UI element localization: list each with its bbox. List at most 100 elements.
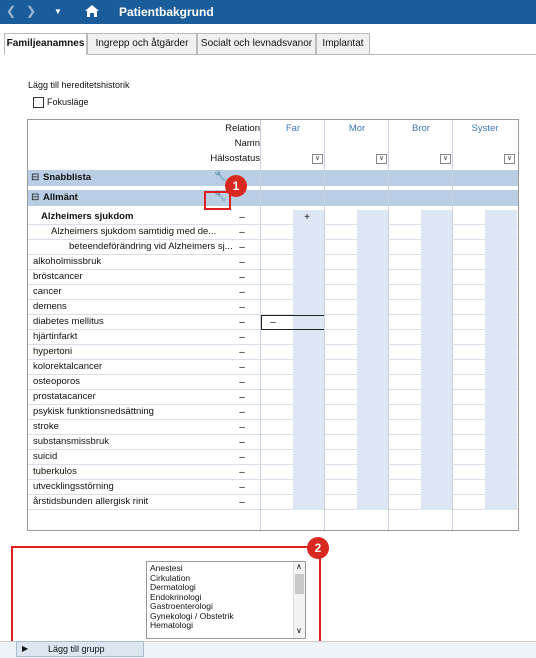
relation-cell[interactable] — [485, 375, 517, 390]
relation-cell[interactable] — [485, 435, 517, 450]
relation-cell[interactable] — [357, 450, 389, 465]
exclude-toggle[interactable]: – — [233, 390, 251, 405]
relation-cell[interactable] — [421, 480, 453, 495]
relation-cell[interactable] — [421, 240, 453, 255]
relation-cell[interactable] — [485, 480, 517, 495]
relation-cell[interactable] — [485, 210, 517, 225]
group-list-item[interactable]: Gynekologi / Obstetrik — [150, 611, 234, 621]
collapse-icon[interactable]: ⊟ — [31, 172, 39, 183]
relation-cell[interactable] — [485, 225, 517, 240]
relation-syster[interactable]: Syster — [453, 122, 517, 136]
group-list-item[interactable]: Endokrinologi — [150, 592, 202, 602]
relation-cell[interactable] — [421, 495, 453, 510]
far-value[interactable]: + — [298, 210, 316, 225]
table-row[interactable]: hjärtinfarkt – — [28, 330, 518, 345]
relation-cell[interactable] — [293, 450, 325, 465]
relation-cell[interactable] — [421, 405, 453, 420]
scroll-thumb[interactable] — [295, 574, 304, 594]
relation-cell[interactable] — [357, 255, 389, 270]
relation-cell[interactable] — [485, 465, 517, 480]
exclude-toggle[interactable]: – — [233, 270, 251, 285]
collapse-icon[interactable]: ⊟ — [31, 192, 39, 203]
table-row[interactable]: alkoholmissbruk – — [28, 255, 518, 270]
table-row[interactable]: hypertoni – — [28, 345, 518, 360]
relation-cell[interactable] — [293, 405, 325, 420]
relation-cell[interactable] — [421, 255, 453, 270]
relation-cell[interactable] — [357, 225, 389, 240]
group-list-item[interactable]: Gastroenterologi — [150, 601, 213, 611]
relation-cell[interactable] — [421, 300, 453, 315]
table-row[interactable]: Alzheimers sjukdom – + — [28, 210, 518, 225]
relation-mor[interactable]: Mor — [325, 122, 389, 136]
relation-cell[interactable] — [485, 270, 517, 285]
relation-cell[interactable] — [421, 330, 453, 345]
relation-cell[interactable] — [421, 210, 453, 225]
exclude-toggle[interactable]: – — [233, 345, 251, 360]
relation-cell[interactable] — [485, 390, 517, 405]
listbox-scrollbar[interactable]: ∧ ∨ — [293, 562, 305, 638]
health-dropdown-far[interactable]: ∨ — [312, 154, 323, 164]
relation-cell[interactable] — [485, 450, 517, 465]
selected-cell[interactable] — [261, 315, 325, 330]
relation-cell[interactable] — [357, 315, 389, 330]
relation-cell[interactable] — [293, 270, 325, 285]
dropdown-arrow-icon[interactable]: ▼ — [54, 7, 62, 16]
group-list-item[interactable]: Dermatologi — [150, 582, 196, 592]
tab-implantat[interactable]: Implantat — [316, 33, 370, 55]
group-listbox[interactable]: Anestesi Cirkulation Dermatologi Endokrinol… — [146, 561, 306, 639]
relation-cell[interactable] — [485, 255, 517, 270]
relation-cell[interactable] — [357, 495, 389, 510]
relation-cell[interactable] — [357, 270, 389, 285]
table-row[interactable]: osteoporos – — [28, 375, 518, 390]
relation-cell[interactable] — [357, 465, 389, 480]
table-row[interactable]: demens – — [28, 300, 518, 315]
table-row[interactable]: cancer – — [28, 285, 518, 300]
relation-cell[interactable] — [293, 240, 325, 255]
exclude-toggle[interactable]: – — [233, 465, 251, 480]
table-row[interactable]: psykisk funktionsnedsättning – — [28, 405, 518, 420]
table-row[interactable]: substansmissbruk – — [28, 435, 518, 450]
relation-cell[interactable] — [293, 420, 325, 435]
group-allmant[interactable]: ⊟ Allmänt 🔧 — [28, 190, 518, 206]
relation-cell[interactable] — [357, 330, 389, 345]
health-dropdown-mor[interactable]: ∨ — [376, 154, 387, 164]
relation-cell[interactable] — [293, 390, 325, 405]
relation-cell[interactable] — [357, 210, 389, 225]
relation-cell[interactable] — [421, 360, 453, 375]
exclude-toggle[interactable]: – — [233, 330, 251, 345]
relation-cell[interactable] — [357, 390, 389, 405]
relation-cell[interactable] — [421, 420, 453, 435]
wrench-icon[interactable]: 🔧 — [214, 171, 226, 182]
relation-cell[interactable] — [421, 435, 453, 450]
table-row[interactable]: suicid – — [28, 450, 518, 465]
relation-cell[interactable] — [293, 435, 325, 450]
relation-cell[interactable] — [485, 345, 517, 360]
home-icon[interactable] — [84, 4, 100, 18]
scroll-down-icon[interactable]: ∨ — [296, 626, 302, 635]
exclude-toggle[interactable]: – — [233, 450, 251, 465]
relation-cell[interactable] — [421, 375, 453, 390]
group-list-item[interactable]: Anestesi — [150, 563, 183, 573]
relation-cell[interactable] — [357, 480, 389, 495]
back-arrow-icon[interactable]: ❮ — [6, 4, 16, 18]
table-row[interactable]: diabetes mellitus – – — [28, 315, 518, 330]
relation-cell[interactable] — [357, 360, 389, 375]
exclude-toggle[interactable]: – — [233, 285, 251, 300]
forward-arrow-icon[interactable]: ❯ — [26, 4, 36, 18]
relation-cell[interactable] — [357, 375, 389, 390]
relation-cell[interactable] — [293, 360, 325, 375]
relation-cell[interactable] — [293, 255, 325, 270]
exclude-toggle[interactable]: – — [233, 495, 251, 510]
table-row[interactable]: beteendeförändring vid Alzheimers sj... – — [28, 240, 518, 255]
relation-cell[interactable] — [421, 450, 453, 465]
relation-cell[interactable] — [357, 285, 389, 300]
exclude-toggle[interactable]: – — [233, 480, 251, 495]
relation-cell[interactable] — [357, 300, 389, 315]
relation-cell[interactable] — [421, 225, 453, 240]
exclude-toggle[interactable]: – — [233, 420, 251, 435]
tab-ingrepp[interactable]: Ingrepp och åtgärder — [87, 33, 197, 55]
relation-cell[interactable] — [485, 285, 517, 300]
health-dropdown-syster[interactable]: ∨ — [504, 154, 515, 164]
table-row[interactable]: utvecklingsstörning – — [28, 480, 518, 495]
relation-cell[interactable] — [485, 240, 517, 255]
